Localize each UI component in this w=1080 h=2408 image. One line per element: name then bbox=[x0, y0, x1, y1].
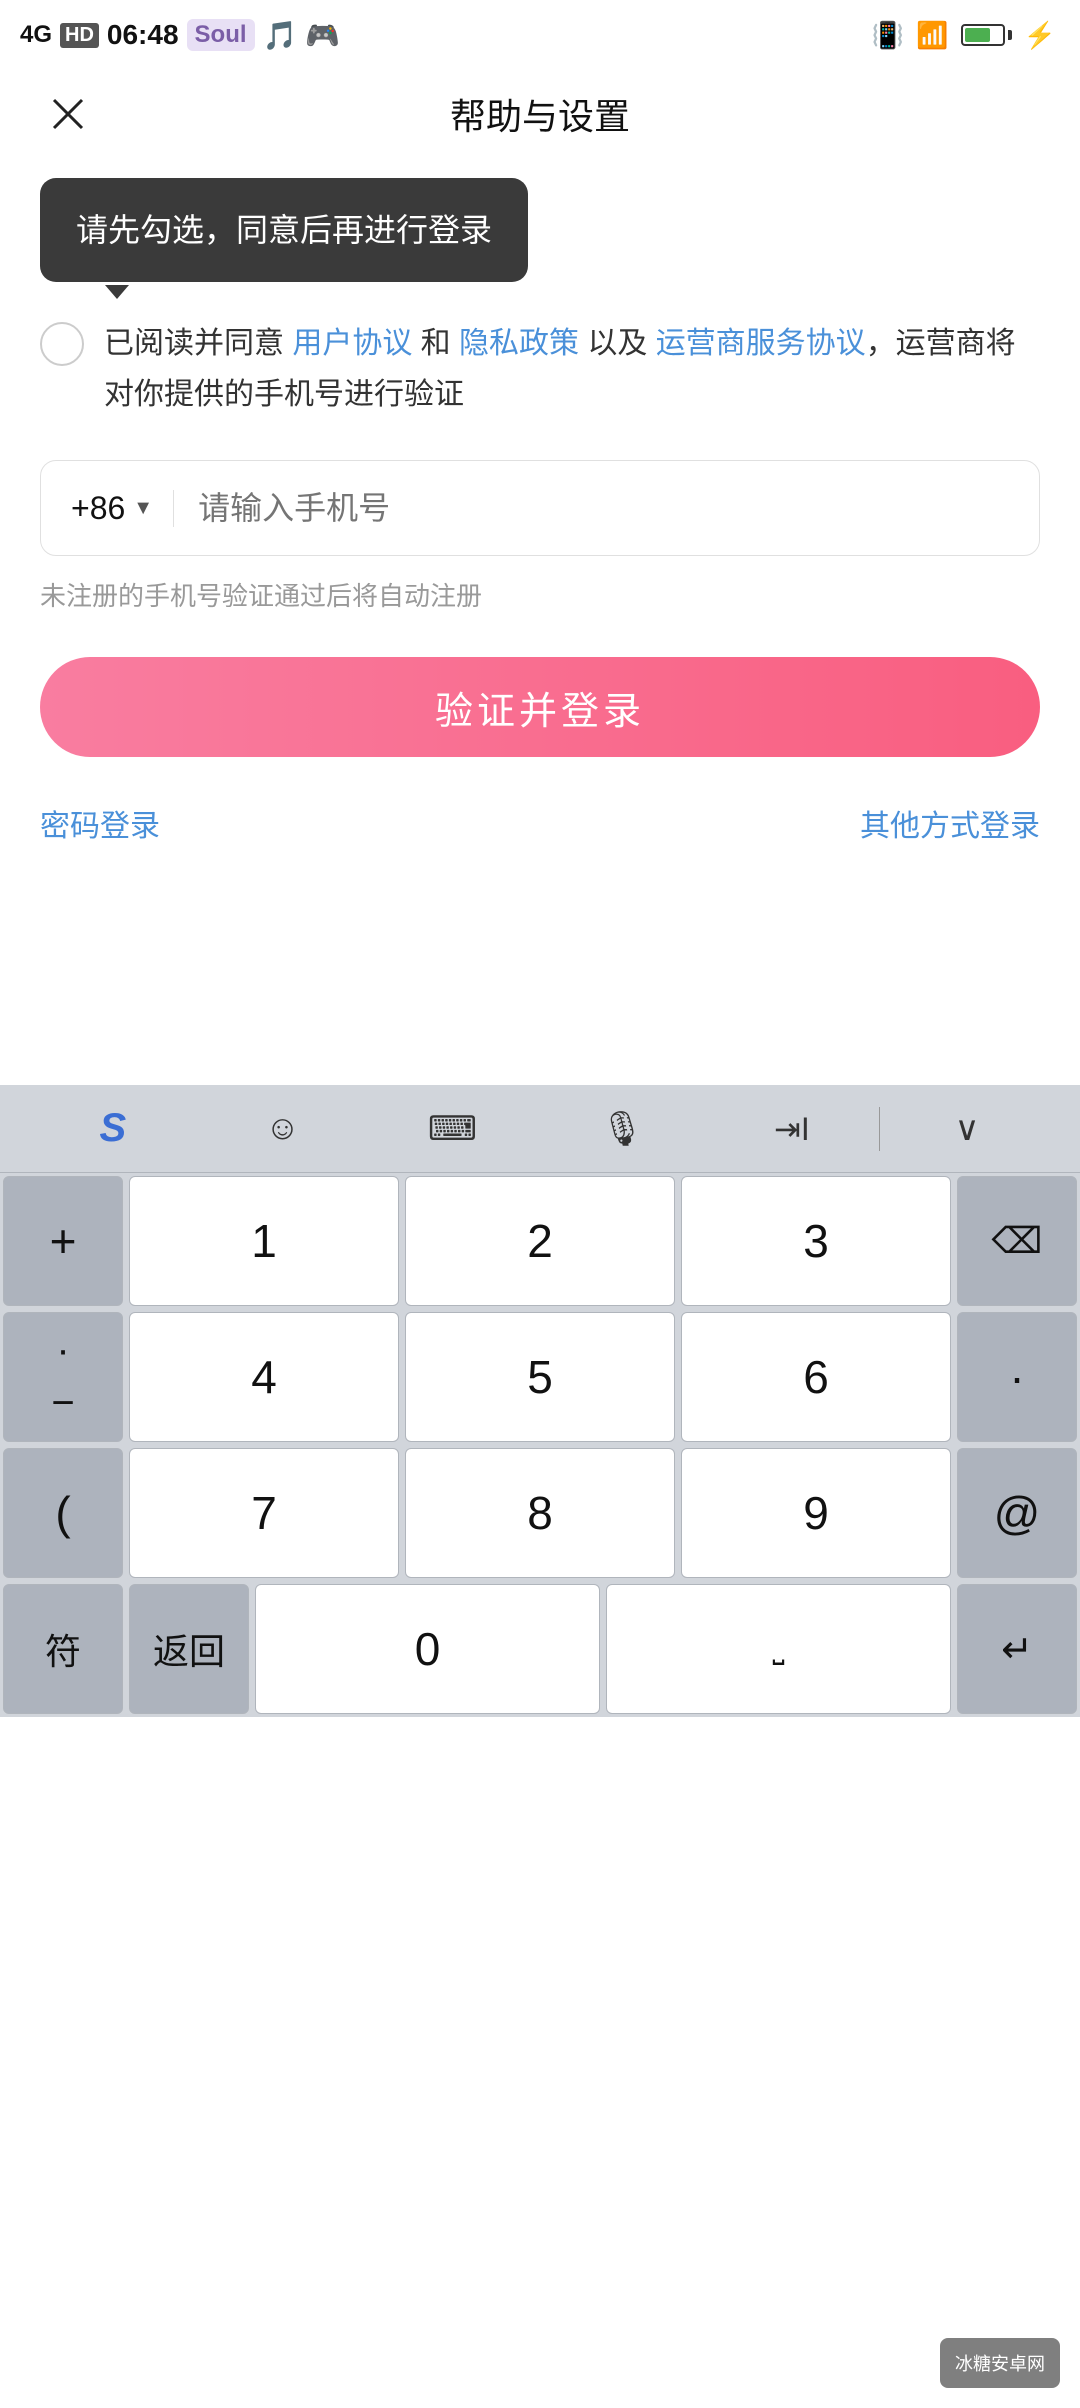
close-button[interactable] bbox=[40, 86, 96, 142]
battery-icon bbox=[961, 24, 1012, 46]
collapse-icon: ∨ bbox=[955, 1109, 980, 1149]
watermark: 冰糖安卓网 bbox=[940, 2338, 1060, 2388]
agreement-and: 和 bbox=[412, 327, 459, 360]
toolbar-emoji-btn[interactable]: ☺ bbox=[198, 1085, 368, 1172]
toolbar-keyboard-btn[interactable]: ⌨ bbox=[368, 1085, 538, 1172]
country-code-dropdown-icon: ▼ bbox=[133, 497, 153, 520]
agreement-checkbox[interactable] bbox=[40, 322, 84, 366]
keyboard-row-4: 符 返回 0 ⎵ ↵ bbox=[0, 1581, 1080, 1717]
emoji-icon: ☺ bbox=[265, 1109, 300, 1148]
agreement-text: 已阅读并同意 用户协议 和 隐私政策 以及 运营商服务协议，运营商将对你提供的手… bbox=[104, 318, 1040, 420]
key-1[interactable]: 1 bbox=[129, 1176, 399, 1306]
close-icon bbox=[50, 96, 86, 132]
tooltip-message: 请先勾选，同意后再进行登录 bbox=[76, 212, 492, 248]
vibrate-icon: 📳 bbox=[872, 20, 904, 51]
keyboard-row-3: ( 7 8 9 @ bbox=[0, 1445, 1080, 1581]
password-login-link[interactable]: 密码登录 bbox=[40, 801, 160, 845]
key-at[interactable]: @ bbox=[957, 1448, 1077, 1578]
network-signal: 4G bbox=[20, 21, 52, 49]
note-text: 未注册的手机号验证通过后将自动注册 bbox=[40, 576, 1040, 613]
key-paren[interactable]: ( bbox=[3, 1448, 123, 1578]
soul-app-icon: Soul bbox=[187, 19, 255, 51]
toolbar-voice-btn[interactable]: 🎙 bbox=[537, 1085, 707, 1172]
main-content: 已阅读并同意 用户协议 和 隐私政策 以及 运营商服务协议，运营商将对你提供的手… bbox=[0, 318, 1080, 845]
key-6[interactable]: 6 bbox=[681, 1312, 951, 1442]
key-2[interactable]: 2 bbox=[405, 1176, 675, 1306]
keyboard-toolbar: S ☺ ⌨ 🎙 ⇥I ∨ bbox=[0, 1085, 1080, 1173]
cursor-icon: ⇥I bbox=[774, 1110, 810, 1148]
keyboard-row-1: + 1 2 3 ⌫ bbox=[0, 1173, 1080, 1309]
key-7[interactable]: 7 bbox=[129, 1448, 399, 1578]
key-0[interactable]: 0 bbox=[255, 1584, 600, 1714]
phone-number-input[interactable] bbox=[174, 490, 1009, 527]
keyboard-icon: ⌨ bbox=[428, 1109, 477, 1149]
bottom-links: 密码登录 其他方式登录 bbox=[40, 801, 1040, 845]
country-code-value: +86 bbox=[71, 490, 125, 527]
status-bar-right: 📳 📶 ⚡ bbox=[872, 20, 1056, 51]
key-4[interactable]: 4 bbox=[129, 1312, 399, 1442]
toolbar-divider bbox=[879, 1107, 881, 1151]
agreement-prefix: 已阅读并同意 bbox=[104, 327, 292, 360]
key-8[interactable]: 8 bbox=[405, 1448, 675, 1578]
key-backspace[interactable]: ⌫ bbox=[957, 1176, 1077, 1306]
key-5[interactable]: 5 bbox=[405, 1312, 675, 1442]
status-bar: 4G HD 06:48 Soul 🎵 🎮 📳 📶 ⚡ bbox=[0, 0, 1080, 70]
sogou-icon: S bbox=[100, 1106, 127, 1151]
toolbar-collapse-btn[interactable]: ∨ bbox=[882, 1085, 1052, 1172]
wifi-icon: 📶 bbox=[916, 20, 948, 51]
phone-input-container: +86 ▼ bbox=[40, 460, 1040, 556]
key-period[interactable]: · bbox=[957, 1312, 1077, 1442]
privacy-policy-link[interactable]: 隐私政策 bbox=[459, 327, 579, 360]
header: 帮助与设置 bbox=[0, 70, 1080, 158]
key-plus[interactable]: + bbox=[3, 1176, 123, 1306]
other-login-link[interactable]: 其他方式登录 bbox=[860, 801, 1040, 845]
key-symbols[interactable]: 符 bbox=[3, 1584, 123, 1714]
tooltip-container: 请先勾选，同意后再进行登录 bbox=[40, 178, 1040, 282]
key-3[interactable]: 3 bbox=[681, 1176, 951, 1306]
hd-label: HD bbox=[60, 23, 99, 48]
key-return-cn[interactable]: 返回 bbox=[129, 1584, 249, 1714]
key-dot[interactable]: · − bbox=[3, 1312, 123, 1442]
page-title: 帮助与设置 bbox=[450, 88, 630, 140]
keyboard-spacer bbox=[0, 845, 1080, 1085]
microphone-icon: 🎙 bbox=[601, 1109, 644, 1149]
watermark-text: 冰糖安卓网 bbox=[955, 2350, 1045, 2376]
music-icon: 🎵 bbox=[263, 19, 298, 52]
toolbar-sogou-btn[interactable]: S bbox=[28, 1085, 198, 1172]
toolbar-cursor-btn[interactable]: ⇥I bbox=[707, 1085, 877, 1172]
key-space[interactable]: ⎵ bbox=[606, 1584, 951, 1714]
keyboard-row-2: · − 4 5 6 · bbox=[0, 1309, 1080, 1445]
agreement-aswell: 以及 bbox=[579, 327, 656, 360]
login-button[interactable]: 验证并登录 bbox=[40, 657, 1040, 757]
discord-icon: 🎮 bbox=[305, 19, 340, 52]
keyboard: + 1 2 3 ⌫ · − 4 5 6 · bbox=[0, 1173, 1080, 1717]
user-agreement-link[interactable]: 用户协议 bbox=[292, 327, 412, 360]
time-display: 06:48 bbox=[107, 19, 179, 51]
lightning-icon: ⚡ bbox=[1024, 20, 1056, 51]
status-bar-left: 4G HD 06:48 Soul 🎵 🎮 bbox=[20, 19, 340, 52]
agreement-row: 已阅读并同意 用户协议 和 隐私政策 以及 运营商服务协议，运营商将对你提供的手… bbox=[40, 318, 1040, 420]
tooltip-box: 请先勾选，同意后再进行登录 bbox=[40, 178, 528, 282]
country-code-selector[interactable]: +86 ▼ bbox=[71, 490, 174, 527]
operator-agreement-link[interactable]: 运营商服务协议 bbox=[656, 327, 866, 360]
key-9[interactable]: 9 bbox=[681, 1448, 951, 1578]
key-enter[interactable]: ↵ bbox=[957, 1584, 1077, 1714]
